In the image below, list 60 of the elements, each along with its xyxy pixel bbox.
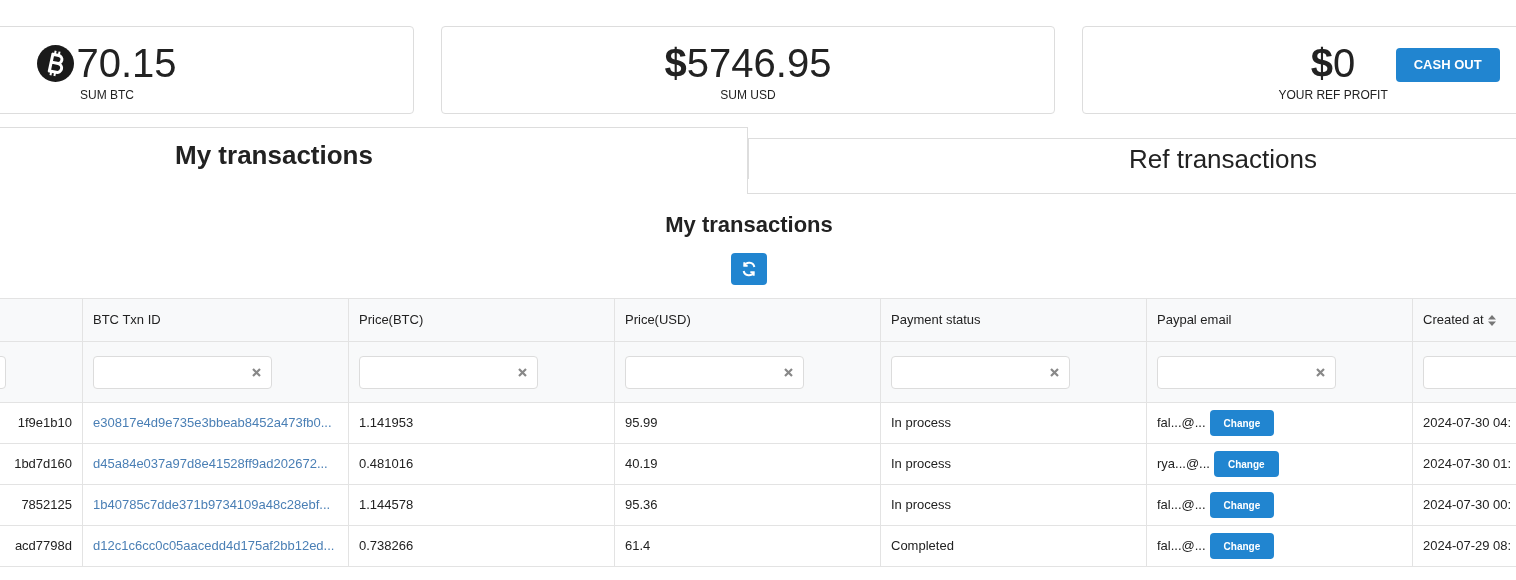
column-header: BTC Txn ID	[82, 298, 349, 342]
table-cell: 95.36	[625, 497, 658, 513]
table-cell: 2024-07-30 01:	[1423, 456, 1512, 472]
change-button[interactable]: Change	[1209, 533, 1275, 559]
clear-icon[interactable]	[784, 367, 793, 377]
column-header: Payment status	[880, 298, 1147, 342]
clear-icon[interactable]	[1050, 367, 1059, 377]
refresh-icon	[741, 261, 757, 277]
email-text: fal...@...	[1157, 496, 1206, 515]
table-cell: 1f9e1b10	[0, 402, 83, 444]
stat-label: YOUR REF PROFIT	[1278, 89, 1388, 101]
table-cell: 1bd7d160	[0, 443, 83, 485]
clear-icon[interactable]	[518, 367, 527, 377]
table-cell: 1.144578	[359, 497, 414, 513]
table-cell: 2024-07-30 04:	[1423, 415, 1512, 431]
currency-symbol: $	[664, 43, 687, 83]
sort-icon[interactable]	[1487, 314, 1496, 326]
filter-field[interactable]	[891, 355, 1070, 389]
email-text: fal...@...	[1157, 414, 1206, 433]
table-cell: 1.141953	[359, 415, 414, 431]
change-button[interactable]: Change	[1209, 410, 1275, 436]
table-cell: In process	[891, 456, 951, 472]
column-header: Price(USD)	[614, 298, 881, 342]
stat-label: SUM BTC	[80, 89, 134, 101]
column-header: Paypal email	[1146, 298, 1413, 342]
filter-field[interactable]	[93, 355, 272, 389]
change-button[interactable]: Change	[1209, 492, 1275, 518]
stat-value: 70.15	[76, 43, 177, 83]
table-cell: 7852125	[0, 484, 83, 526]
email-text: rya...@...	[1157, 455, 1210, 474]
cash-out-button[interactable]: CASH OUT	[1395, 48, 1500, 82]
bitcoin-icon	[37, 44, 75, 82]
table-cell: In process	[891, 497, 951, 513]
column-header: Price(BTC)	[348, 298, 615, 342]
stat-value: 0	[1333, 43, 1356, 83]
table-cell: 2024-07-30 00:	[1423, 497, 1512, 513]
change-button[interactable]: Change	[1213, 451, 1279, 477]
table-cell: 95.99	[625, 415, 658, 431]
table-cell: 0.738266	[359, 538, 414, 554]
stat-label: SUM USD	[720, 89, 776, 101]
column-header[interactable]: Created at	[1412, 298, 1516, 342]
tab[interactable]: Ref transactions	[748, 138, 1516, 179]
currency-symbol: $	[1310, 43, 1334, 83]
table-cell: Completed	[891, 538, 954, 554]
table-cell: 61.4	[625, 538, 651, 554]
table-cell: In process	[891, 415, 951, 431]
tab[interactable]: My transactions	[0, 127, 748, 194]
stat-value: 5746.95	[686, 43, 832, 83]
clear-icon[interactable]	[1316, 367, 1325, 377]
filter-field[interactable]	[1157, 355, 1336, 389]
email-text: fal...@...	[1157, 537, 1206, 556]
filter-field[interactable]	[625, 355, 804, 389]
table-cell: 40.19	[625, 456, 658, 472]
clear-icon[interactable]	[252, 367, 261, 377]
table-cell: 0.481016	[359, 456, 414, 472]
table-cell: acd7798d	[0, 525, 83, 567]
section-title: My transactions	[665, 211, 833, 239]
filter-field[interactable]	[359, 355, 538, 389]
table-cell: 2024-07-29 08:	[1423, 538, 1512, 554]
refresh-button[interactable]	[731, 253, 767, 285]
